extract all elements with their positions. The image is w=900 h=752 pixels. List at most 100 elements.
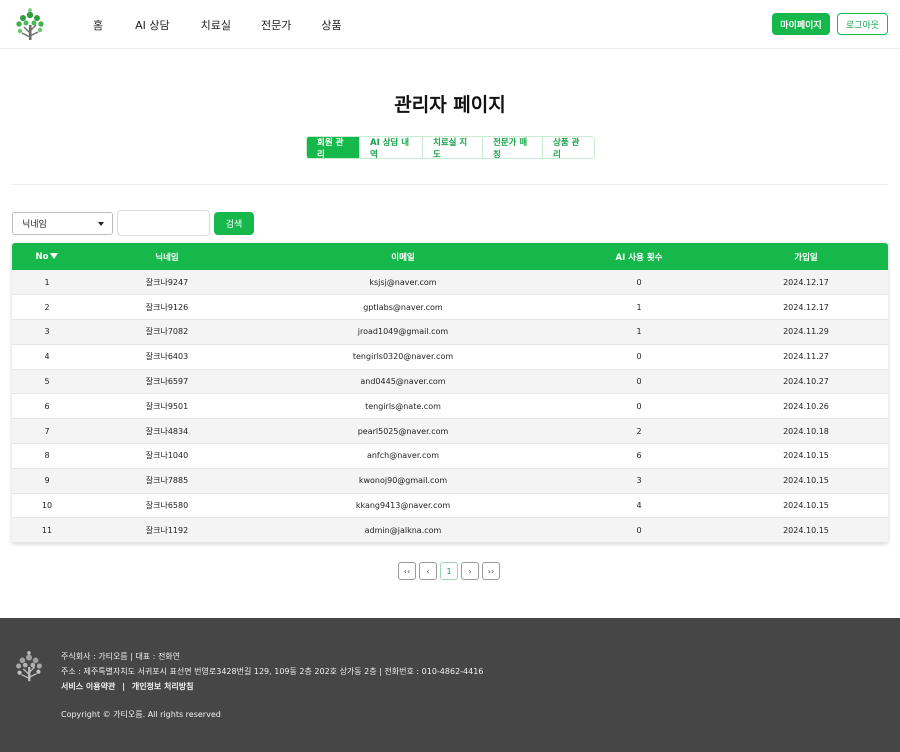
nav-item-product[interactable]: 상품 [321,17,341,33]
table-row[interactable]: 5 잘크나6597 and0445@naver.com 0 2024.10.27 [12,369,888,394]
cell-email: jroad1049@gmail.com [357,327,449,337]
cell-email: tengirls@nate.com [365,401,441,411]
table-row[interactable]: 3 잘크나7082 jroad1049@gmail.com 1 2024.11.29 [12,319,888,345]
tree-logo-icon[interactable] [12,7,48,43]
cell-no: 8 [44,451,50,461]
footer-address-info: 주소 : 제주특별자치도 서귀포시 표선면 번영로3428번길 129, 109… [61,667,484,676]
cell-nickname: 잘크나9247 [145,277,189,287]
tab-therapy-room-map[interactable]: 치료실 지도 [422,137,482,158]
first-page-button[interactable]: ‹‹ [398,562,416,580]
cell-email: admin@jalkna.com [364,525,442,535]
cell-ai-usage: 3 [636,476,642,486]
prev-page-button[interactable]: ‹ [419,562,437,580]
cell-ai-usage: 0 [636,352,642,362]
footer-link-separator: | [122,682,126,691]
cell-nickname: 잘크나1192 [145,525,189,535]
sort-desc-icon [50,253,59,259]
site-header: 홈 AI 상담 치료실 전문가 상품 마이페이지 로그아웃 [0,0,900,49]
cell-join-date: 2024.10.15 [783,451,829,461]
nav-item-ai-consult[interactable]: AI 상담 [135,17,170,33]
cell-ai-usage: 1 [636,302,642,312]
section-divider [12,184,888,185]
table-row[interactable]: 1 잘크나9247 ksjsj@naver.com 0 2024.12.17 [12,270,888,295]
table-row[interactable]: 6 잘크나9501 tengirls@nate.com 0 2024.10.26 [12,393,888,419]
cell-ai-usage: 1 [636,327,642,337]
cell-nickname: 잘크나9501 [145,401,189,411]
privacy-policy-link[interactable]: 개인정보 처리방침 [132,682,194,691]
table-row[interactable]: 10 잘크나6580 kkang9413@naver.com 4 2024.10.15 [12,493,888,518]
cell-no: 6 [44,401,50,411]
cell-join-date: 2024.10.27 [783,377,829,387]
terms-of-service-link[interactable]: 서비스 이용약관 [61,682,115,691]
search-field-select-value: 닉네임 [22,220,47,230]
column-header-ai-usage: AI 사용 횟수 [615,252,663,263]
cell-join-date: 2024.10.15 [783,525,829,535]
cell-ai-usage: 0 [636,401,642,411]
cell-email: kkang9413@naver.com [355,501,451,511]
cell-email: pearl5025@naver.com [357,426,449,436]
cell-join-date: 2024.11.27 [783,352,829,362]
cell-nickname: 잘크나1040 [145,451,189,461]
column-header-join-date: 가입일 [794,252,818,263]
tab-ai-consult-history[interactable]: AI 상담 내역 [359,137,422,158]
cell-nickname: 잘크나7885 [145,476,189,486]
cell-email: and0445@naver.com [360,377,446,387]
cell-ai-usage: 6 [636,451,642,461]
cell-ai-usage: 0 [636,377,642,387]
cell-nickname: 잘크나6580 [145,501,189,511]
cell-nickname: 잘크나9126 [145,302,189,312]
column-header-no[interactable]: No [12,243,82,270]
cell-nickname: 잘크나7082 [145,327,189,337]
pagination: ‹‹ ‹ 1 › ›› [398,562,500,580]
tab-product-management[interactable]: 상품 관리 [542,137,594,158]
search-button[interactable]: 검색 [214,212,254,235]
cell-join-date: 2024.10.15 [783,501,829,511]
admin-tabs: 회원 관리 AI 상담 내역 치료실 지도 전문가 매칭 상품 관리 [306,136,595,159]
logout-button[interactable]: 로그아웃 [837,13,888,35]
table-row[interactable]: 8 잘크나1040 anfch@naver.com 6 2024.10.15 [12,443,888,469]
nav-item-expert[interactable]: 전문가 [261,17,291,33]
cell-no: 3 [44,327,50,337]
cell-email: kwonoj90@gmail.com [358,476,448,486]
cell-ai-usage: 2 [636,426,642,436]
cell-join-date: 2024.10.18 [783,426,829,436]
next-page-button[interactable]: › [461,562,479,580]
tree-logo-icon [16,651,42,682]
cell-join-date: 2024.10.15 [783,476,829,486]
page-button-current[interactable]: 1 [440,562,458,580]
cell-join-date: 2024.10.26 [783,401,829,411]
search-input[interactable] [117,210,210,236]
cell-join-date: 2024.11.29 [783,327,829,337]
main-nav: 홈 AI 상담 치료실 전문가 상품 [93,17,342,33]
cell-ai-usage: 0 [636,525,642,535]
cell-nickname: 잘크나6403 [145,352,189,362]
cell-ai-usage: 4 [636,501,642,511]
cell-no: 11 [41,525,53,535]
table-body: 1 잘크나9247 ksjsj@naver.com 0 2024.12.17 2 잘크나91… [12,270,888,543]
cell-nickname: 잘크나4834 [145,426,189,436]
nav-item-home[interactable]: 홈 [93,17,103,33]
cell-email: anfch@naver.com [366,451,440,461]
tab-expert-matching[interactable]: 전문가 매칭 [482,137,542,158]
table-row[interactable]: 2 잘크나9126 gptlabs@naver.com 1 2024.12.17 [12,294,888,320]
search-field-select[interactable]: 닉네임 [12,212,113,235]
footer-copyright: Copyright © 가티오름. All rights reserved [61,710,221,719]
site-footer: 주식회사 : 가티오름 | 대표 : 전화연 주소 : 제주특별자치도 서귀포시… [0,618,900,752]
cell-no: 7 [44,426,50,436]
table-row[interactable]: 7 잘크나4834 pearl5025@naver.com 2 2024.10.18 [12,418,888,444]
mypage-button[interactable]: 마이페이지 [772,13,830,35]
cell-email: ksjsj@naver.com [369,277,437,287]
footer-links: 서비스 이용약관 | 개인정보 처리방침 [61,681,194,692]
tab-member-management[interactable]: 회원 관리 [307,137,359,158]
cell-join-date: 2024.12.17 [783,302,829,312]
table-row[interactable]: 4 잘크나6403 tengirls0320@naver.com 0 2024.11.2… [12,344,888,370]
cell-no: 2 [44,302,50,312]
cell-no: 5 [44,377,50,387]
last-page-button[interactable]: ›› [482,562,500,580]
cell-no: 10 [41,501,53,511]
table-row[interactable]: 9 잘크나7885 kwonoj90@gmail.com 3 2024.10.15 [12,468,888,494]
nav-item-therapy-room[interactable]: 치료실 [201,17,231,33]
cell-nickname: 잘크나6597 [145,377,189,387]
table-row[interactable]: 11 잘크나1192 admin@jalkna.com 0 2024.10.15 [12,517,888,543]
cell-email: tengirls0320@naver.com [352,352,454,362]
